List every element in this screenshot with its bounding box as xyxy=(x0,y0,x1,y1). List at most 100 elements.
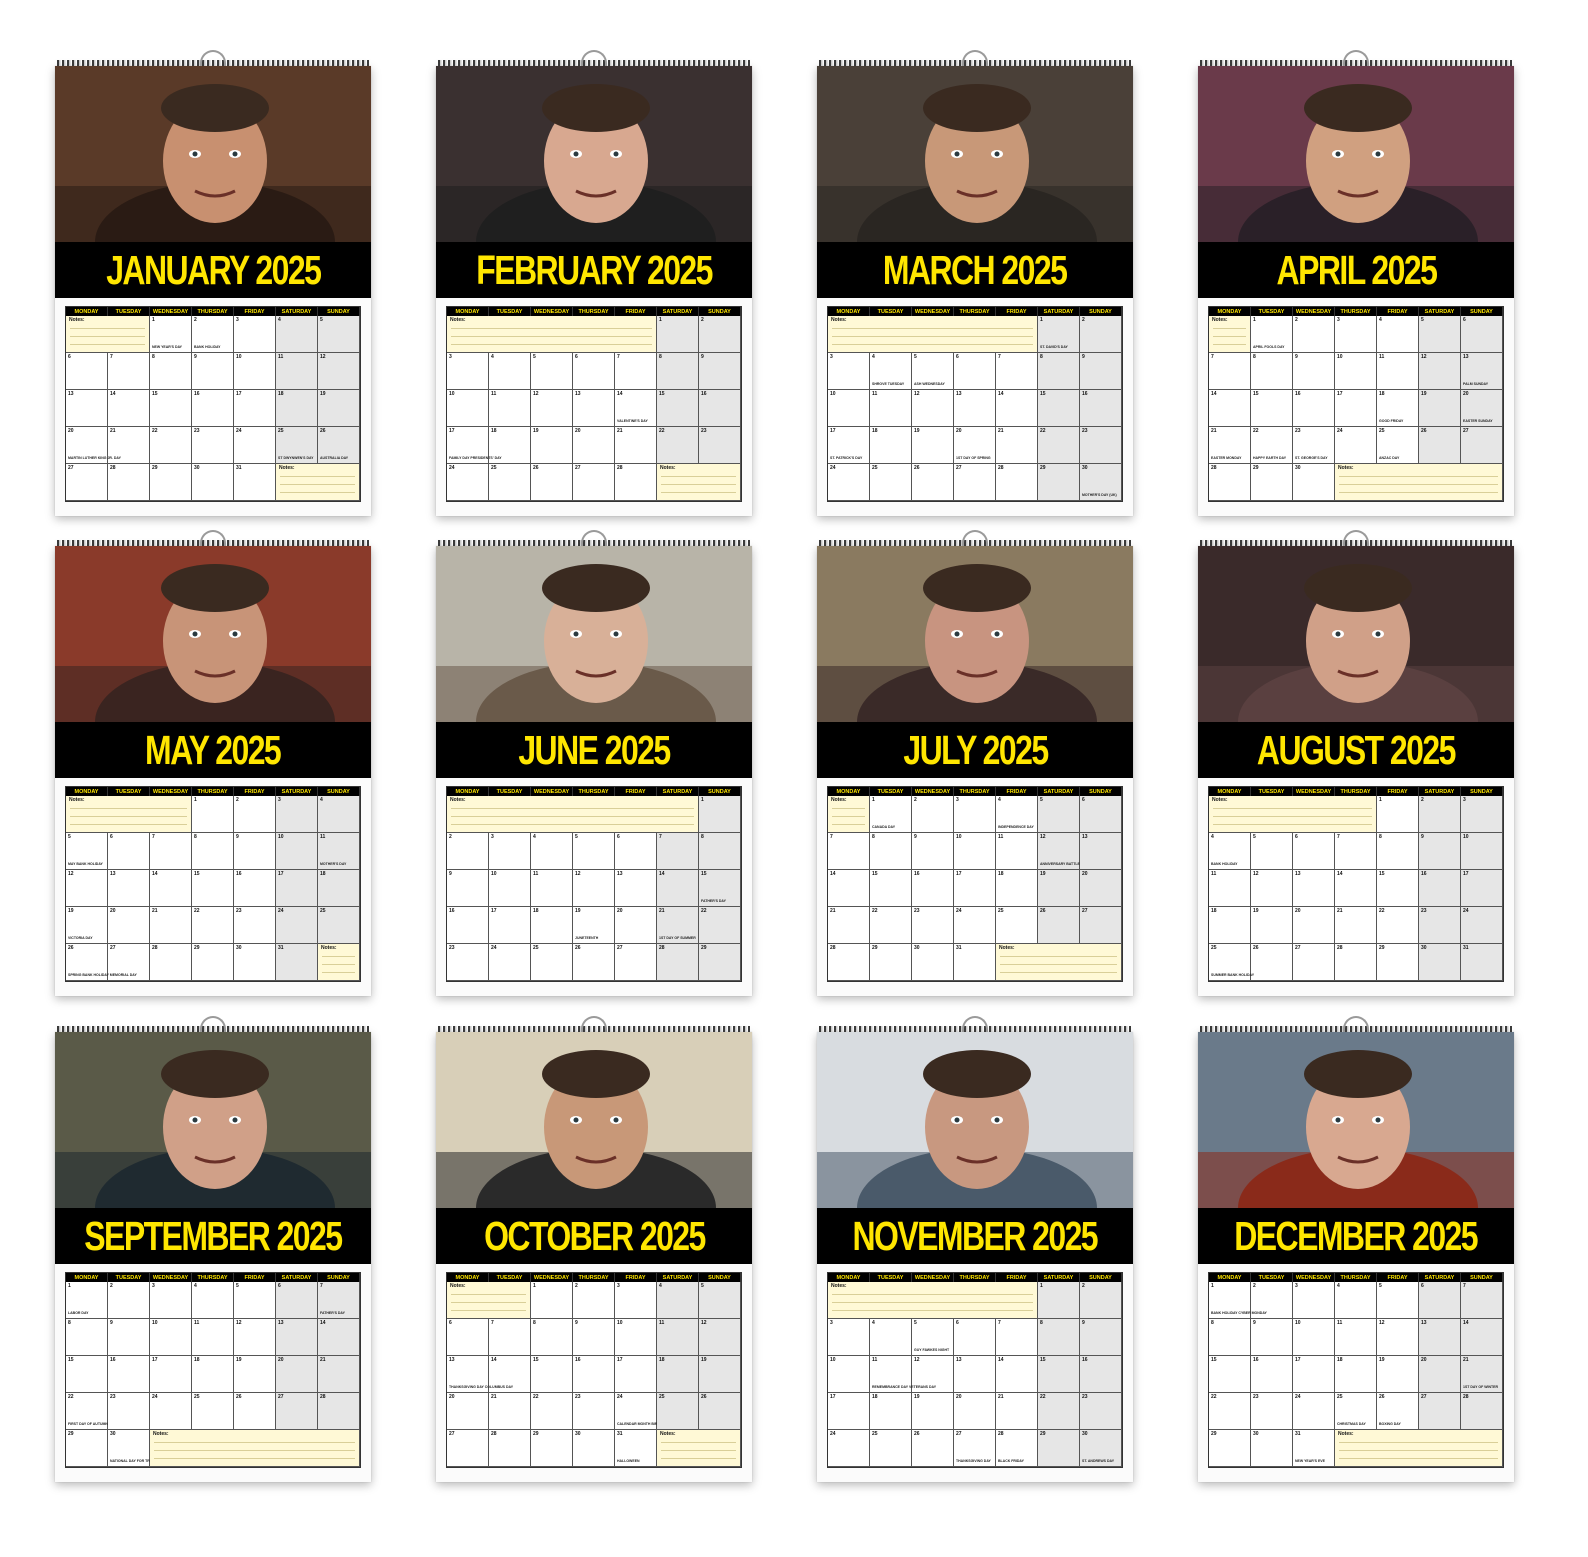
day-cell[interactable]: 24 xyxy=(276,907,318,944)
day-cell[interactable]: 19 xyxy=(1038,870,1080,907)
day-cell[interactable]: 26 xyxy=(1419,427,1461,464)
day-cell[interactable]: 16 xyxy=(1080,390,1122,427)
day-cell[interactable]: 17 xyxy=(1335,390,1377,427)
day-cell[interactable]: 7 xyxy=(996,353,1038,390)
day-cell[interactable]: 12 xyxy=(912,390,954,427)
day-cell[interactable]: 8 xyxy=(1038,353,1080,390)
day-cell[interactable]: 21 1ST DAY OF SUMMER xyxy=(657,907,699,944)
day-cell[interactable]: 29 xyxy=(1038,464,1080,501)
day-cell[interactable]: 21 xyxy=(996,1393,1038,1430)
day-cell[interactable]: 28 xyxy=(996,464,1038,501)
day-cell[interactable]: 5 xyxy=(573,833,615,870)
day-cell[interactable]: 30 xyxy=(234,944,276,981)
day-cell[interactable]: 24 xyxy=(489,944,531,981)
day-cell[interactable]: 30 xyxy=(573,1430,615,1467)
day-cell[interactable]: 25 xyxy=(489,464,531,501)
day-cell[interactable]: 22 xyxy=(657,427,699,464)
day-cell[interactable]: 28 xyxy=(1209,464,1251,501)
day-cell[interactable]: 3 xyxy=(276,796,318,833)
day-cell[interactable]: 27 xyxy=(1461,427,1503,464)
day-cell[interactable]: 17 xyxy=(615,1356,657,1393)
day-cell[interactable]: 30 ST. ANDREWS DAY xyxy=(1080,1430,1122,1467)
day-cell[interactable]: 15 xyxy=(192,870,234,907)
day-cell[interactable]: 9 xyxy=(1419,833,1461,870)
day-cell[interactable]: 2 xyxy=(1080,1282,1122,1319)
day-cell[interactable]: 18 GOOD FRIDAY xyxy=(1377,390,1419,427)
day-cell[interactable]: 1 xyxy=(657,316,699,353)
day-cell[interactable]: 17 FAMILY DAY PRESIDENTS' DAY xyxy=(447,427,502,464)
day-cell[interactable]: 5 xyxy=(1251,833,1293,870)
day-cell[interactable]: 26 xyxy=(531,464,573,501)
day-cell[interactable]: 30 xyxy=(1293,464,1335,501)
day-cell[interactable]: 15 xyxy=(1209,1356,1251,1393)
day-cell[interactable]: 27 xyxy=(1080,907,1122,944)
day-cell[interactable]: 4 xyxy=(531,833,573,870)
day-cell[interactable]: 8 xyxy=(192,833,234,870)
day-cell[interactable]: 6 xyxy=(276,1282,318,1319)
day-cell[interactable]: 23 xyxy=(912,907,954,944)
day-cell[interactable]: 7 xyxy=(828,833,870,870)
day-cell[interactable]: 5 xyxy=(699,1282,741,1319)
day-cell[interactable]: 6 xyxy=(1080,796,1122,833)
day-cell[interactable]: 6 xyxy=(1293,833,1335,870)
day-cell[interactable]: 14 xyxy=(1335,870,1377,907)
notes-area[interactable]: Notes: xyxy=(276,464,360,501)
day-cell[interactable]: 2 xyxy=(573,1282,615,1319)
day-cell[interactable]: 15 xyxy=(66,1356,108,1393)
day-cell[interactable]: 6 xyxy=(615,833,657,870)
day-cell[interactable]: 5 MAY BANK HOLIDAY xyxy=(66,833,108,870)
day-cell[interactable]: 31 xyxy=(234,464,276,501)
day-cell[interactable]: 4 xyxy=(657,1282,699,1319)
day-cell[interactable]: 21 1ST DAY OF WINTER xyxy=(1461,1356,1503,1393)
day-cell[interactable]: 12 xyxy=(531,390,573,427)
day-cell[interactable]: 15 xyxy=(150,390,192,427)
day-cell[interactable]: 7 xyxy=(489,1319,531,1356)
day-cell[interactable]: 12 xyxy=(66,870,108,907)
day-cell[interactable]: 25 xyxy=(531,944,573,981)
day-cell[interactable]: 15 xyxy=(1038,1356,1080,1393)
day-cell[interactable]: 2 BANK HOLIDAY xyxy=(192,316,234,353)
day-cell[interactable]: 11 xyxy=(657,1319,699,1356)
day-cell[interactable]: 10 xyxy=(447,390,489,427)
notes-area[interactable]: Notes: xyxy=(1335,464,1503,501)
day-cell[interactable]: 1 LABOR DAY xyxy=(66,1282,108,1319)
day-cell[interactable]: 14 xyxy=(108,390,150,427)
day-cell[interactable]: 25 xyxy=(996,907,1038,944)
day-cell[interactable]: 11 xyxy=(1335,1319,1377,1356)
day-cell[interactable]: 22 xyxy=(1209,1393,1251,1430)
day-cell[interactable]: 10 xyxy=(276,833,318,870)
day-cell[interactable]: 26 xyxy=(912,464,954,501)
day-cell[interactable]: 2 xyxy=(447,833,489,870)
day-cell[interactable]: 9 xyxy=(1251,1319,1293,1356)
day-cell[interactable]: 29 xyxy=(1251,464,1293,501)
day-cell[interactable]: 3 xyxy=(1335,316,1377,353)
day-cell[interactable]: 29 xyxy=(192,944,234,981)
day-cell[interactable]: 31 xyxy=(954,944,996,981)
day-cell[interactable]: 17 xyxy=(234,390,276,427)
day-cell[interactable]: 24 xyxy=(150,1393,192,1430)
day-cell[interactable]: 7 xyxy=(1335,833,1377,870)
day-cell[interactable]: 22 xyxy=(192,907,234,944)
notes-area[interactable]: Notes: xyxy=(66,316,150,353)
day-cell[interactable]: 16 xyxy=(912,870,954,907)
day-cell[interactable]: 11 xyxy=(1377,353,1419,390)
day-cell[interactable]: 6 xyxy=(108,833,150,870)
day-cell[interactable]: 30 xyxy=(192,464,234,501)
day-cell[interactable]: 7 xyxy=(150,833,192,870)
day-cell[interactable]: 25 xyxy=(318,907,360,944)
notes-area[interactable]: Notes: xyxy=(996,944,1122,981)
day-cell[interactable]: 22 xyxy=(1038,427,1080,464)
day-cell[interactable]: 8 xyxy=(657,353,699,390)
day-cell[interactable]: 22 xyxy=(1377,907,1419,944)
day-cell[interactable]: 24 xyxy=(447,464,489,501)
day-cell[interactable]: 11 MOTHER'S DAY xyxy=(318,833,360,870)
day-cell[interactable]: 31 xyxy=(1461,944,1503,981)
day-cell[interactable]: 15 xyxy=(870,870,912,907)
day-cell[interactable]: 4 xyxy=(318,796,360,833)
day-cell[interactable]: 9 xyxy=(1293,353,1335,390)
day-cell[interactable]: 25 xyxy=(192,1393,234,1430)
day-cell[interactable]: 10 xyxy=(489,870,531,907)
day-cell[interactable]: 13 THANKSGIVING DAY COLUMBUS DAY xyxy=(447,1356,513,1393)
day-cell[interactable]: 19 xyxy=(318,390,360,427)
day-cell[interactable]: 14 xyxy=(996,390,1038,427)
